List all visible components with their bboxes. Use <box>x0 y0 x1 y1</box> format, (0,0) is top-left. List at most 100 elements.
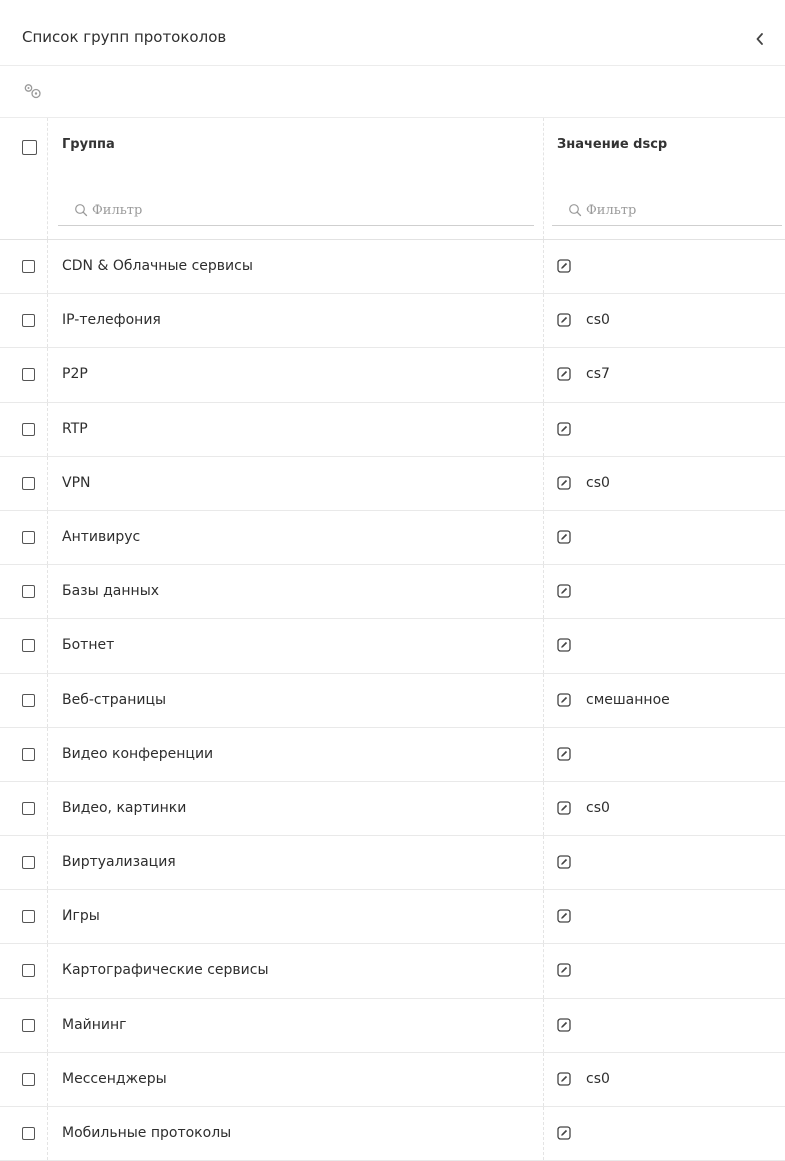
table-row[interactable]: IP-телефония cs0 <box>0 294 785 349</box>
row-checkbox[interactable] <box>22 314 35 328</box>
group-name: Мобильные протоколы <box>62 1125 232 1141</box>
edit-dscp-button[interactable] <box>557 638 571 652</box>
edit-dscp-button[interactable] <box>557 855 571 869</box>
group-name: P2P <box>62 366 88 383</box>
column-divider <box>47 944 48 998</box>
edit-icon <box>557 1126 571 1140</box>
table-row[interactable]: Игры <box>0 890 785 945</box>
table-row[interactable]: Антивирус <box>0 510 785 566</box>
dscp-filter-input[interactable] <box>586 196 776 224</box>
gears-icon <box>24 84 41 99</box>
table-row[interactable]: P2P cs7 <box>0 348 785 403</box>
group-name: Видео конференции <box>62 745 214 762</box>
table-row[interactable]: Мобильные протоколы <box>0 1107 785 1161</box>
column-divider <box>47 673 48 727</box>
dscp-filter <box>552 196 782 226</box>
edit-icon <box>557 855 571 869</box>
table-row[interactable]: Веб-страницы смешанное <box>0 673 785 728</box>
column-divider <box>47 348 48 402</box>
column-divider <box>543 727 544 781</box>
column-divider <box>543 456 544 510</box>
row-checkbox[interactable] <box>22 260 35 273</box>
panel-title: Список групп протоколов <box>22 28 227 46</box>
edit-dscp-button[interactable] <box>557 1072 571 1086</box>
edit-icon <box>557 801 571 815</box>
edit-dscp-button[interactable] <box>557 367 571 382</box>
row-checkbox[interactable] <box>22 856 35 870</box>
edit-dscp-button[interactable] <box>557 801 571 815</box>
table-row[interactable]: Видео конференции <box>0 727 785 782</box>
column-divider <box>47 727 48 781</box>
column-divider <box>543 944 544 998</box>
column-divider <box>47 456 48 510</box>
table-row[interactable]: CDN & Облачные сервисы <box>0 240 785 295</box>
edit-dscp-button[interactable] <box>557 476 571 490</box>
column-divider <box>543 118 544 239</box>
row-checkbox[interactable] <box>22 639 35 653</box>
row-checkbox[interactable] <box>22 530 35 544</box>
search-icon <box>569 204 582 217</box>
edit-dscp-button[interactable] <box>557 584 571 598</box>
group-filter <box>58 196 534 226</box>
row-checkbox[interactable] <box>22 747 35 761</box>
row-checkbox[interactable] <box>22 1127 35 1140</box>
column-divider <box>47 890 48 944</box>
group-name: CDN & Облачные сервисы <box>62 258 253 274</box>
table-row[interactable]: Видео, картинки cs0 <box>0 781 785 837</box>
table-row[interactable]: RTP <box>0 402 785 457</box>
edit-dscp-button[interactable] <box>557 259 571 273</box>
row-checkbox[interactable] <box>22 1018 35 1032</box>
dscp-value: cs0 <box>586 799 610 816</box>
edit-icon <box>557 747 571 761</box>
select-all-checkbox[interactable] <box>22 140 37 155</box>
column-divider <box>543 294 544 348</box>
group-name: Мессенджеры <box>62 1070 167 1087</box>
edit-dscp-button[interactable] <box>557 313 571 327</box>
column-settings-button[interactable] <box>22 80 44 102</box>
edit-dscp-button[interactable] <box>557 909 571 923</box>
row-checkbox[interactable] <box>22 368 35 382</box>
column-divider <box>47 565 48 619</box>
edit-dscp-button[interactable] <box>557 1126 571 1140</box>
row-checkbox[interactable] <box>22 476 35 490</box>
row-checkbox[interactable] <box>22 585 35 599</box>
row-checkbox[interactable] <box>22 964 35 978</box>
edit-icon <box>557 530 571 544</box>
table-row[interactable]: Базы данных <box>0 565 785 620</box>
column-header-group[interactable]: Группа <box>62 137 115 152</box>
dscp-value: cs7 <box>586 366 610 383</box>
column-divider <box>47 294 48 348</box>
row-checkbox[interactable] <box>22 1072 35 1086</box>
column-header-dscp[interactable]: Значение dscp <box>557 137 667 152</box>
edit-dscp-button[interactable] <box>557 692 571 707</box>
table-row[interactable]: Виртуализация <box>0 836 785 891</box>
row-checkbox[interactable] <box>22 910 35 924</box>
group-name: Картографические сервисы <box>62 962 269 979</box>
table-row[interactable]: Мессенджеры cs0 <box>0 1052 785 1107</box>
group-name: IP-телефония <box>62 312 161 329</box>
edit-dscp-button[interactable] <box>557 530 571 544</box>
column-divider <box>543 565 544 619</box>
row-checkbox[interactable] <box>22 693 35 707</box>
column-divider <box>543 619 544 673</box>
edit-icon <box>557 313 571 327</box>
table-row[interactable]: Майнинг <box>0 998 785 1053</box>
edit-dscp-button[interactable] <box>557 1017 571 1032</box>
row-checkbox[interactable] <box>22 422 35 436</box>
column-divider <box>47 240 48 294</box>
edit-dscp-button[interactable] <box>557 963 571 978</box>
table-row[interactable]: Ботнет <box>0 619 785 674</box>
toolbar <box>0 66 785 118</box>
column-divider <box>47 510 48 565</box>
edit-dscp-button[interactable] <box>557 421 571 436</box>
column-divider <box>543 510 544 565</box>
row-checkbox[interactable] <box>22 801 35 815</box>
group-name: Игры <box>62 908 100 925</box>
dscp-value: cs0 <box>586 312 610 329</box>
edit-dscp-button[interactable] <box>557 747 571 761</box>
collapse-panel-button[interactable] <box>752 30 768 48</box>
group-name: VPN <box>62 474 91 491</box>
group-filter-input[interactable] <box>92 196 528 224</box>
table-row[interactable]: VPN cs0 <box>0 456 785 511</box>
table-row[interactable]: Картографические сервисы <box>0 944 785 999</box>
